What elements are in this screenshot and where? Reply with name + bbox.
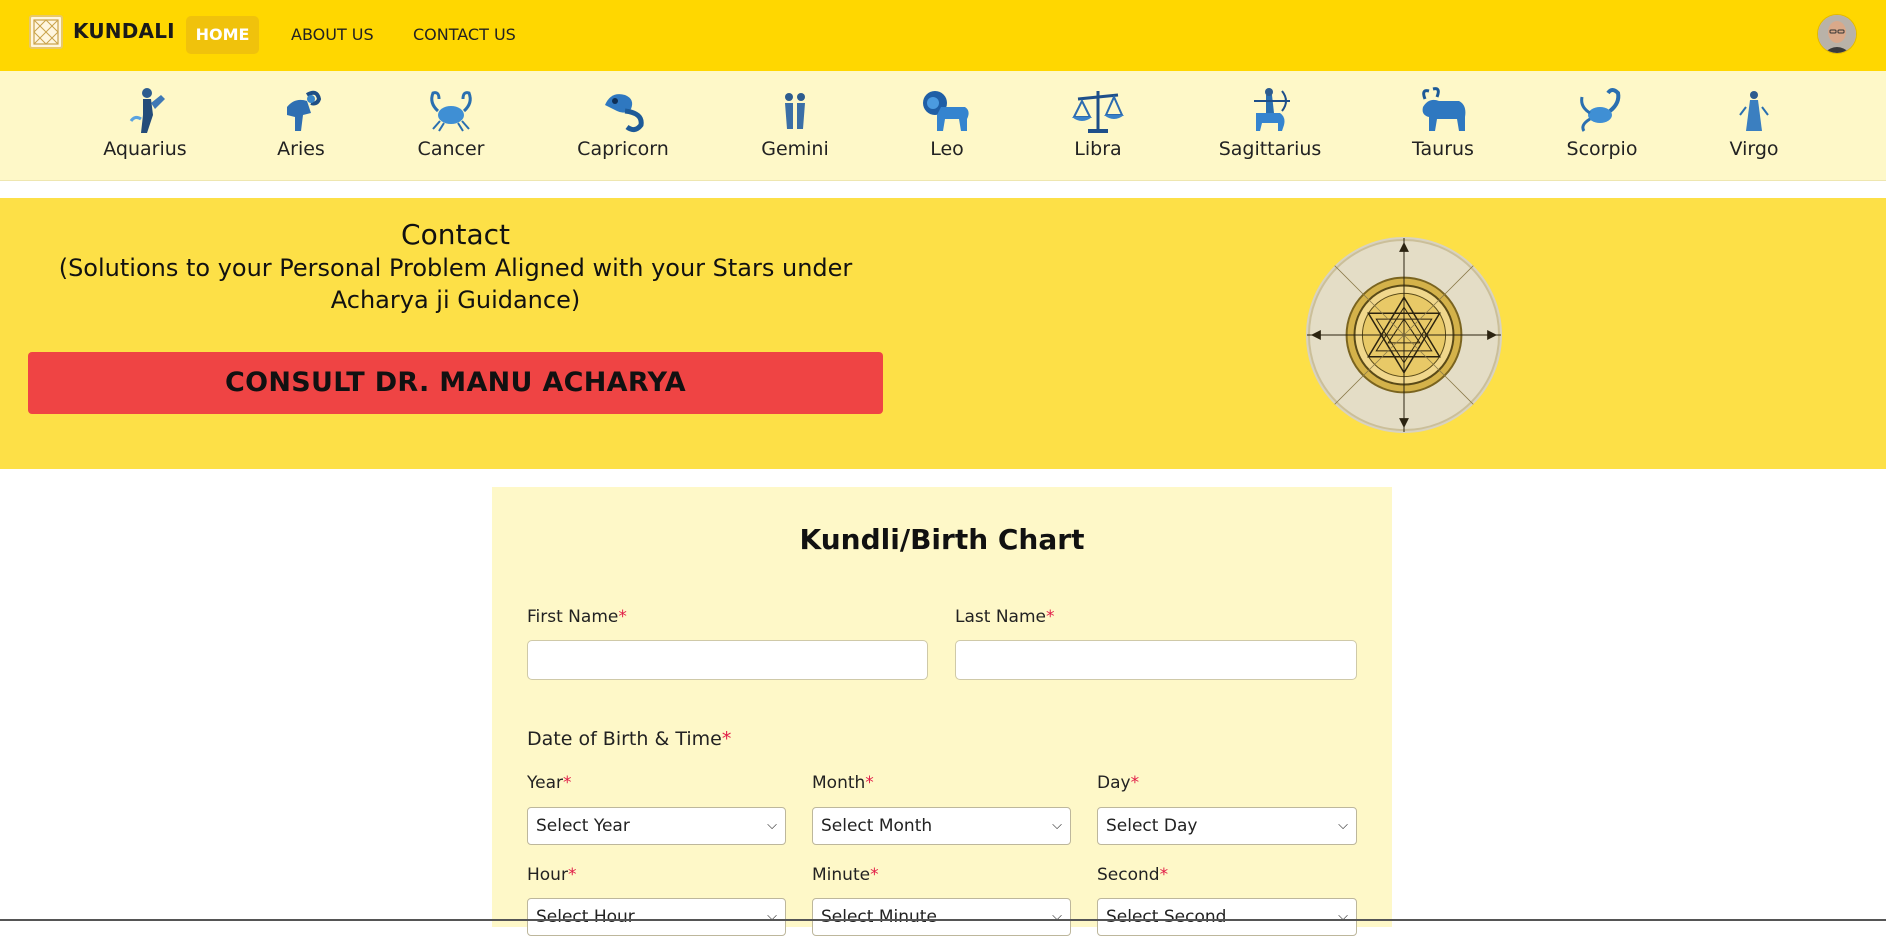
minute-select-value: Select Minute	[821, 907, 937, 927]
zodiac-label: Taurus	[1412, 138, 1474, 160]
second-label: Second*	[1097, 865, 1168, 885]
aquarius-icon	[129, 88, 165, 133]
first-name-input[interactable]	[527, 640, 928, 680]
zodiac-item-gemini[interactable]: Gemini	[735, 85, 855, 160]
hour-select[interactable]: Select Hour ⌵	[527, 898, 786, 936]
consult-button[interactable]: CONSULT DR. MANU ACHARYA	[28, 352, 883, 414]
nav-home-link[interactable]: HOME	[186, 16, 259, 54]
sri-yantra-icon	[1305, 236, 1503, 434]
required-mark: *	[1130, 773, 1140, 793]
nav-about-link[interactable]: ABOUT US	[277, 16, 388, 54]
zodiac-item-sagittarius[interactable]: Sagittarius	[1210, 85, 1330, 160]
zodiac-label: Gemini	[761, 138, 829, 160]
user-avatar[interactable]	[1818, 15, 1856, 53]
leo-icon	[923, 91, 969, 131]
day-label: Day*	[1097, 773, 1139, 793]
hour-select-value: Select Hour	[536, 907, 635, 927]
chevron-down-icon: ⌵	[1052, 909, 1062, 924]
zodiac-item-taurus[interactable]: Taurus	[1383, 85, 1503, 160]
sagittarius-icon	[1254, 88, 1290, 131]
day-select[interactable]: Select Day ⌵	[1097, 807, 1357, 845]
zodiac-label: Libra	[1074, 138, 1122, 160]
chevron-down-icon: ⌵	[1052, 818, 1062, 833]
chevron-down-icon: ⌵	[1338, 818, 1348, 833]
day-select-value: Select Day	[1106, 816, 1198, 836]
hour-label-text: Hour	[527, 865, 568, 885]
month-select-value: Select Month	[821, 816, 933, 836]
first-name-label: First Name*	[527, 607, 627, 627]
banner-subtitle: (Solutions to your Personal Problem Alig…	[58, 254, 853, 314]
month-label-text: Month	[812, 773, 866, 793]
last-name-label: Last Name*	[955, 607, 1054, 627]
taurus-icon	[1422, 87, 1466, 131]
zodiac-item-leo[interactable]: Leo	[887, 85, 1007, 160]
last-name-input[interactable]	[955, 640, 1357, 680]
zodiac-label: Aries	[277, 138, 325, 160]
day-label-text: Day	[1097, 773, 1131, 793]
hour-label: Hour*	[527, 865, 576, 885]
kundali-logo-icon[interactable]	[29, 15, 63, 49]
required-mark: *	[865, 773, 874, 793]
banner-title: Contact	[401, 218, 510, 251]
required-mark: *	[618, 607, 627, 627]
minute-label-text: Minute	[812, 865, 871, 885]
chevron-down-icon: ⌵	[767, 909, 777, 924]
minute-select[interactable]: Select Minute ⌵	[812, 898, 1071, 936]
month-select[interactable]: Select Month ⌵	[812, 807, 1071, 845]
month-label: Month*	[812, 773, 874, 793]
contact-banner: Contact (Solutions to your Personal Prob…	[0, 198, 1886, 469]
zodiac-label: Aquarius	[103, 138, 187, 160]
zodiac-item-aries[interactable]: Aries	[241, 85, 361, 160]
cancer-icon	[430, 91, 472, 132]
gemini-icon	[785, 93, 805, 129]
libra-icon	[1072, 91, 1124, 133]
zodiac-label: Scorpio	[1566, 138, 1638, 160]
zodiac-item-capricorn[interactable]: Capricorn	[563, 85, 683, 160]
zodiac-item-aquarius[interactable]: Aquarius	[85, 85, 205, 160]
top-navbar: KUNDALI HOME ABOUT US CONTACT US	[0, 0, 1886, 71]
zodiac-item-libra[interactable]: Libra	[1038, 85, 1158, 160]
virgo-icon	[1739, 91, 1769, 131]
required-mark: *	[1045, 607, 1055, 627]
last-name-label-text: Last Name	[955, 607, 1046, 627]
dob-section-text: Date of Birth & Time	[527, 728, 722, 750]
required-mark: *	[567, 865, 577, 885]
minute-label: Minute*	[812, 865, 879, 885]
aries-icon	[287, 90, 322, 131]
year-select[interactable]: Select Year ⌵	[527, 807, 786, 845]
birth-chart-form: Kundli/Birth Chart First Name* Last Name…	[492, 487, 1392, 936]
capricorn-icon	[605, 94, 644, 133]
required-mark: *	[870, 865, 879, 885]
zodiac-item-cancer[interactable]: Cancer	[391, 85, 511, 160]
first-name-label-text: First Name	[527, 607, 619, 627]
required-mark: *	[1159, 865, 1169, 885]
year-label: Year*	[527, 773, 572, 793]
zodiac-label: Sagittarius	[1218, 138, 1322, 160]
zodiac-label: Cancer	[417, 138, 485, 160]
year-select-value: Select Year	[536, 816, 630, 836]
zodiac-item-virgo[interactable]: Virgo	[1694, 85, 1814, 160]
nav-contact-link[interactable]: CONTACT US	[399, 16, 530, 54]
brand-name[interactable]: KUNDALI	[73, 19, 175, 43]
required-mark: *	[563, 773, 572, 793]
scorpio-icon	[1580, 88, 1621, 132]
chevron-down-icon: ⌵	[1338, 909, 1348, 924]
zodiac-label: Capricorn	[577, 138, 669, 160]
zodiac-signs-bar: Aquarius Aries Cancer Capricorn Gemini L…	[0, 71, 1886, 181]
year-label-text: Year	[527, 773, 563, 793]
section-gap	[0, 181, 1886, 198]
zodiac-label: Leo	[930, 138, 964, 160]
dob-section-label: Date of Birth & Time*	[527, 728, 731, 750]
chevron-down-icon: ⌵	[767, 818, 777, 833]
second-select[interactable]: Select Second ⌵	[1097, 898, 1357, 936]
zodiac-item-scorpio[interactable]: Scorpio	[1542, 85, 1662, 160]
second-select-value: Select Second	[1106, 907, 1227, 927]
required-mark: *	[721, 728, 732, 750]
second-label-text: Second	[1097, 865, 1160, 885]
zodiac-label: Virgo	[1729, 138, 1779, 160]
form-title: Kundli/Birth Chart	[799, 523, 1085, 556]
